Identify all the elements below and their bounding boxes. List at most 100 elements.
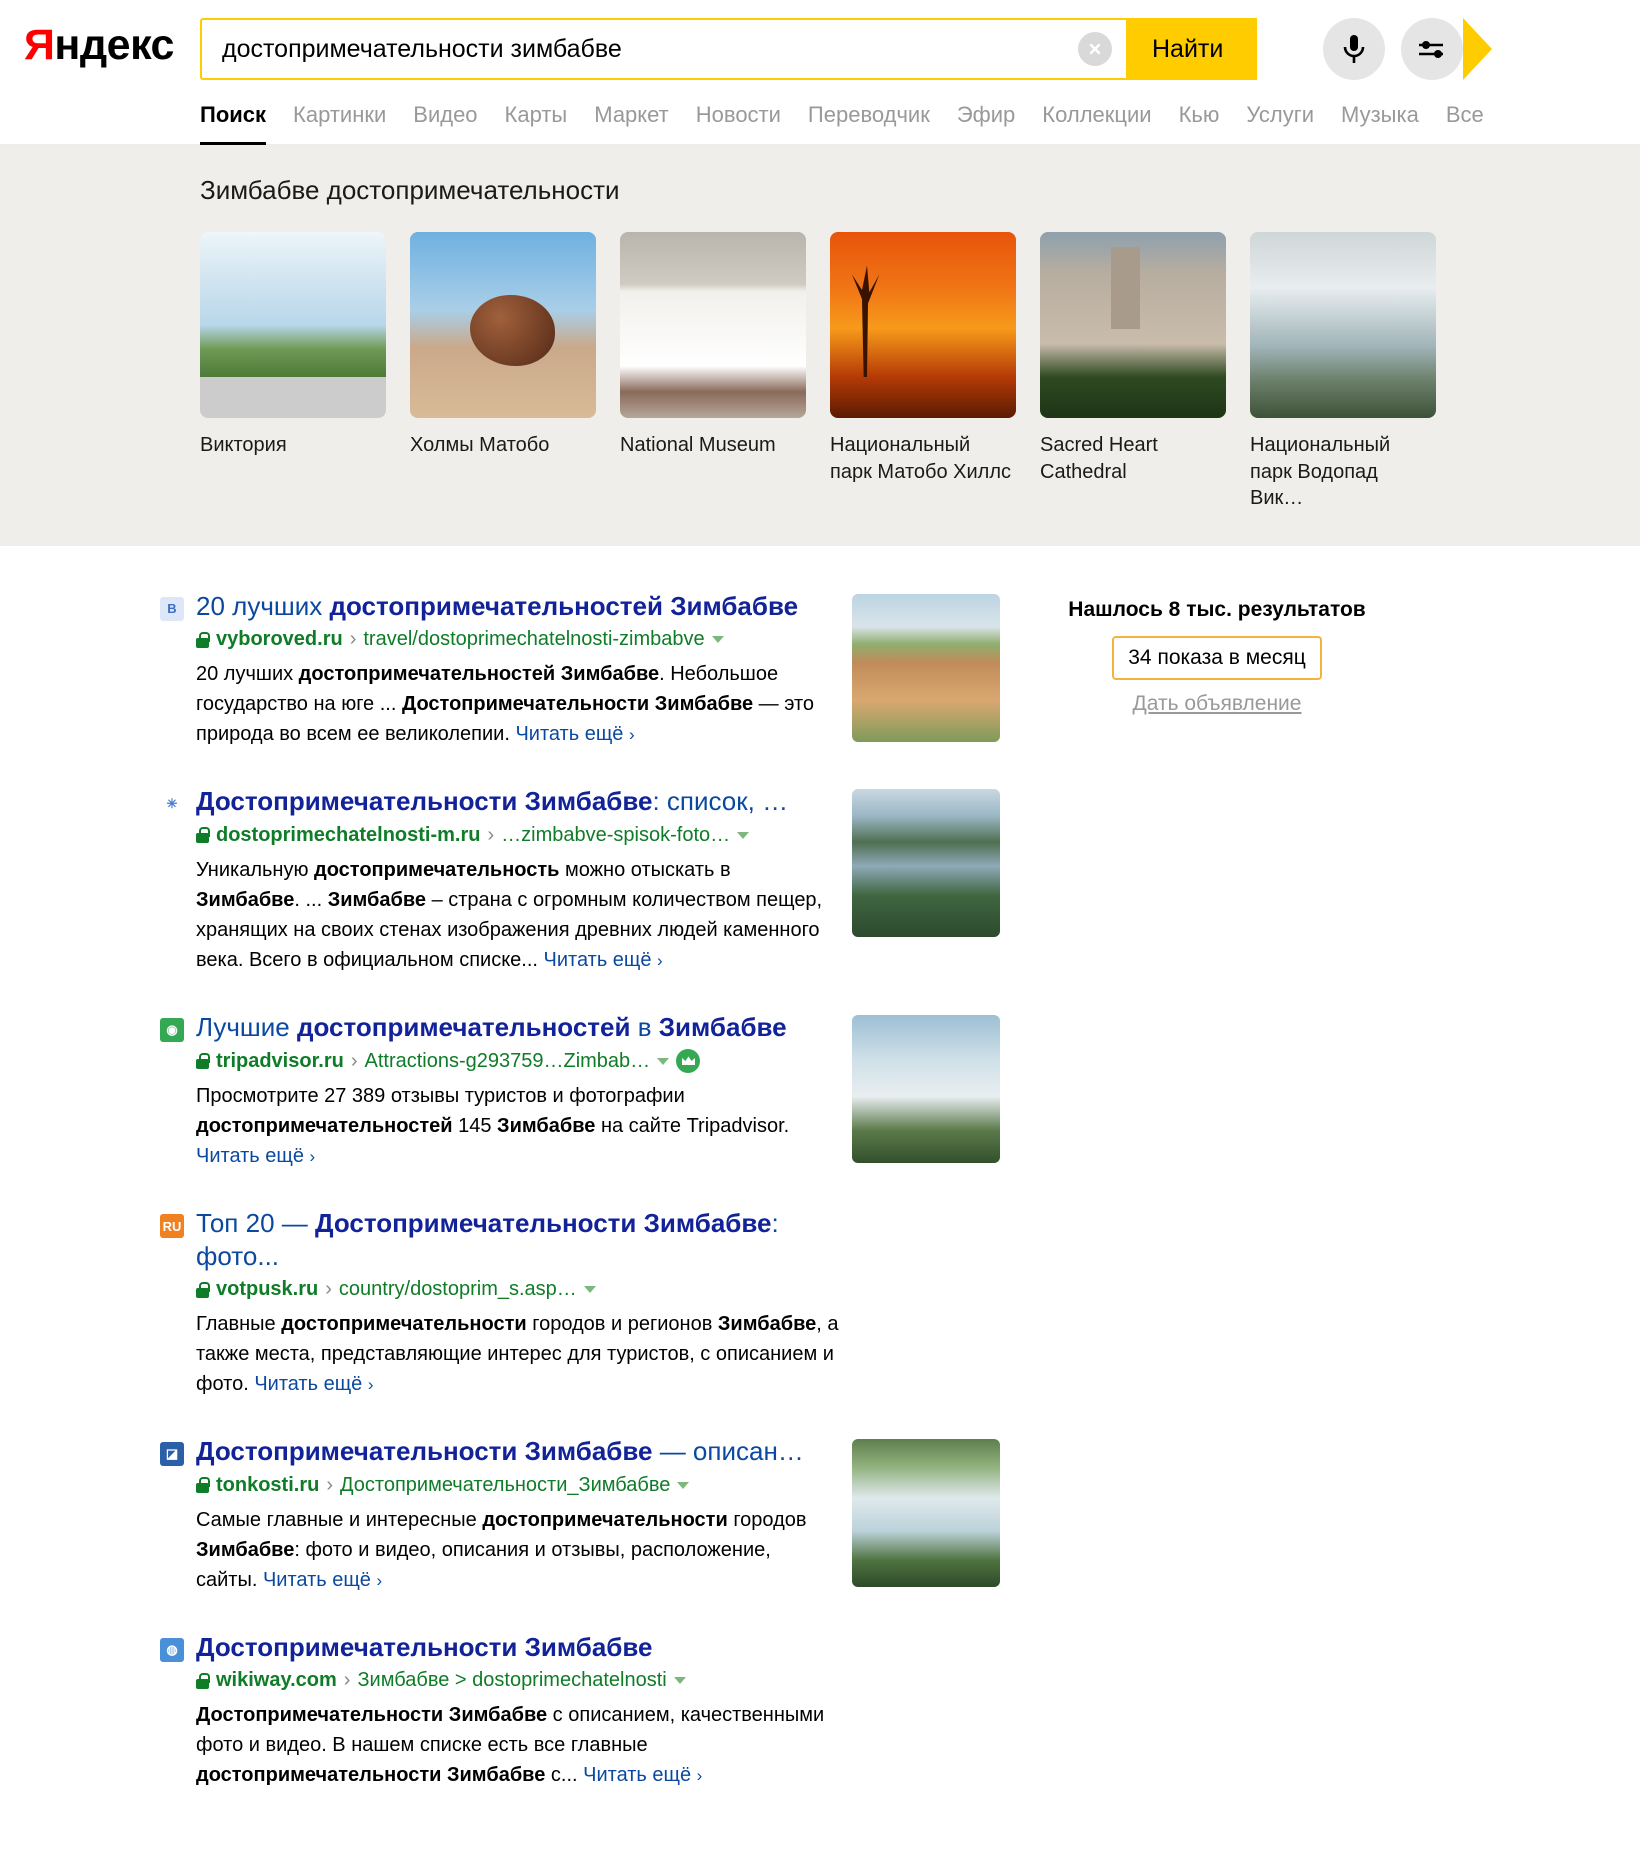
result-domain[interactable]: vyboroved.ru [216,628,343,651]
search-result: В 20 лучших достопримечательностей Зимбаб… [160,590,1000,750]
carousel-image-art [1250,232,1436,418]
carousel-image-art [410,232,596,418]
place-ad-link[interactable]: Дать объявление [1034,692,1400,716]
yandex-logo[interactable]: Яндекс [0,18,200,67]
result-title-link[interactable]: 20 лучших достопримечательностей Зимбабв… [196,590,798,623]
result-title-row: В 20 лучших достопримечательностей Зимбаб… [160,590,824,623]
result-domain[interactable]: tripadvisor.ru [216,1050,344,1073]
result-body: RU Топ 20 — Достопримечательности Зимбабв… [160,1207,860,1399]
search-result: ✳ Достопримечательности Зимбабве: список,… [160,785,1000,975]
carousel-image-art [830,232,1016,418]
carousel-image-art [1040,232,1226,418]
search-box [200,18,1128,80]
tab-kyu[interactable]: Кью [1179,102,1220,128]
chevron-down-icon[interactable] [737,831,750,839]
carousel-card-image[interactable] [830,232,1016,418]
carousel-track[interactable]: Виктория Холмы Матобо National Museum Нацио… [0,232,1640,512]
results-sidebar: Нашлось 8 тыс. результатов 34 показа в м… [1000,590,1400,1827]
carousel-card[interactable]: Sacred Heart Cathedral [1040,232,1226,512]
result-thumbnail[interactable] [852,1439,1000,1588]
carousel-title: Зимбабве достопримечательности [200,175,620,205]
carousel-card-image[interactable] [620,232,806,418]
shows-per-month-badge: 34 показа в месяц [1112,635,1322,680]
result-snippet: Просмотрите 27 389 отзывы туристов и фот… [196,1085,790,1168]
result-domain[interactable]: dostoprimechatelnosti-m.ru [216,824,480,847]
result-thumbnail[interactable] [852,1014,1000,1163]
result-domain[interactable]: wikiway.com [216,1669,337,1692]
carousel-card-image[interactable] [1250,232,1436,418]
read-more-link[interactable]: Читать ещё › [196,1145,315,1167]
clear-query-icon[interactable] [1078,32,1112,66]
result-title-link[interactable]: Достопримечательности Зимбабве: список, … [196,785,788,818]
url-separator: › [326,1473,334,1496]
result-url-path[interactable]: Attractions-g293759…Zimbab… [364,1050,650,1073]
chevron-down-icon[interactable] [711,636,724,644]
result-title-row: ◪ Достопримечательности Зимбабве — описан… [160,1435,824,1468]
result-body: ◪ Достопримечательности Зимбабве — описан… [160,1435,824,1595]
result-url-path[interactable]: travel/dostoprimechatelnosti-zimbabve [363,628,704,651]
read-more-link[interactable]: Читать ещё › [263,1569,382,1591]
carousel-card[interactable]: Виктория [200,232,386,512]
search-form: Найти [200,18,1493,80]
chevron-down-icon[interactable] [657,1057,670,1065]
header-top-row: Яндекс Найти [0,0,1640,80]
carousel-card-image[interactable] [1040,232,1226,418]
read-more-link[interactable]: Читать ещё › [515,723,634,745]
tab-video[interactable]: Видео [413,102,477,128]
carousel-card[interactable]: Холмы Матобо [410,232,596,512]
chevron-down-icon[interactable] [583,1286,596,1294]
tab-karty[interactable]: Карты [505,102,568,128]
carousel-card-label: Виктория [200,434,287,456]
carousel-card-label: Национальный парк Матобо Хиллс [830,434,1011,483]
carousel-card-image[interactable] [200,232,386,418]
result-thumbnail[interactable] [852,789,1000,938]
chevron-right-icon: › [376,1570,383,1590]
result-url-row: tonkosti.ru › Достопримечательности_Зимбаб… [196,1474,824,1497]
verified-badge-icon [676,1049,701,1074]
results-count: Нашлось 8 тыс. результатов [1068,597,1366,621]
result-title-link[interactable]: Лучшие достопримечательностей в Зимбабве [196,1011,787,1044]
sliders-icon[interactable] [1401,18,1464,80]
tab-vse[interactable]: Все [1446,102,1484,128]
read-more-link[interactable]: Читать ещё › [583,1764,702,1786]
service-tabs: Поиск Картинки Видео Карты Маркет Новост… [0,80,1640,145]
votpusk-favicon: RU [160,1214,184,1239]
tab-kartinki[interactable]: Картинки [293,102,386,128]
carousel-image-art [620,232,806,418]
result-url-path[interactable]: …zimbabve-spisok-foto… [501,824,730,847]
chevron-down-icon[interactable] [673,1677,686,1685]
carousel-card[interactable]: Национальный парк Водопад Вик… [1250,232,1436,512]
result-domain[interactable]: tonkosti.ru [216,1474,319,1497]
microphone-icon[interactable] [1323,18,1386,80]
tonkosti-favicon: ◪ [160,1442,184,1467]
header-icon-buttons [1323,18,1464,80]
result-title-row: ✳ Достопримечательности Зимбабве: список,… [160,785,824,818]
results-area: В 20 лучших достопримечательностей Зимбаб… [0,546,1640,1827]
read-more-link[interactable]: Читать ещё › [254,1373,373,1395]
tab-muzyka[interactable]: Музыка [1341,102,1419,128]
result-url-path[interactable]: Достопримечательности_Зимбабве [340,1474,670,1497]
result-domain[interactable]: votpusk.ru [216,1278,318,1301]
tripadvisor-favicon: ◉ [160,1017,184,1042]
carousel-card[interactable]: National Museum [620,232,806,512]
read-more-link[interactable]: Читать ещё › [544,949,663,971]
tab-poisk[interactable]: Поиск [200,102,267,145]
tab-perevodchik[interactable]: Переводчик [808,102,930,128]
result-thumbnail[interactable] [852,593,1000,742]
result-url-path[interactable]: country/dostoprim_s.asp… [339,1278,577,1301]
carousel-card-image[interactable] [410,232,596,418]
tab-novosti[interactable]: Новости [696,102,781,128]
carousel-card[interactable]: Национальный парк Матобо Хиллс [830,232,1016,512]
search-submit-button[interactable]: Найти [1126,18,1258,80]
tab-market[interactable]: Маркет [594,102,669,128]
chevron-down-icon[interactable] [677,1481,690,1489]
tab-uslugi[interactable]: Услуги [1246,102,1314,128]
result-url-path[interactable]: Зимбабве > dostoprimechatelnosti [357,1669,666,1692]
search-input[interactable] [220,20,1078,78]
result-title-link[interactable]: Достопримечательности Зимбабве — описан… [196,1435,804,1468]
result-title-link[interactable]: Топ 20 — Достопримечательности Зимбабве:… [196,1207,860,1272]
result-title-link[interactable]: Достопримечательности Зимбабве [196,1631,652,1664]
dostoprimechatelnosti-favicon: ✳ [160,792,184,817]
tab-kollekcii[interactable]: Коллекции [1042,102,1151,128]
tab-efir[interactable]: Эфир [957,102,1015,128]
